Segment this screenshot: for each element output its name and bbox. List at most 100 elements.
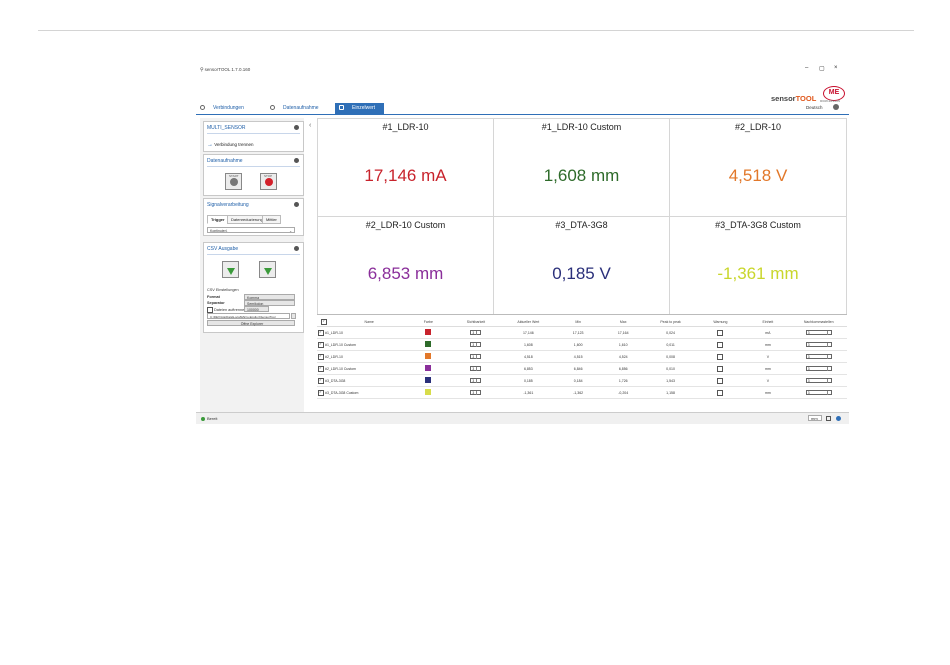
subtab-trigger[interactable]: Trigger bbox=[207, 215, 229, 224]
row-color[interactable] bbox=[405, 374, 451, 387]
row-name[interactable]: #1_LDR-10 Custom bbox=[317, 338, 406, 351]
row-visibility[interactable]: 3 bbox=[450, 386, 501, 399]
row-warning[interactable] bbox=[695, 350, 746, 363]
left-panel: MULTI_SENSOR → Verbindung trennen Datena… bbox=[200, 118, 304, 412]
row-max: 4,524 bbox=[600, 350, 646, 363]
minimize-button[interactable]: – bbox=[805, 65, 808, 71]
row-decimals[interactable]: 3 bbox=[790, 386, 847, 399]
row-color[interactable] bbox=[405, 350, 451, 363]
row-max: -0,204 bbox=[600, 386, 646, 399]
row-decimals[interactable]: 3 bbox=[790, 338, 847, 351]
col-header: Farbe bbox=[405, 317, 451, 327]
status-text: Bereit bbox=[207, 416, 218, 421]
open-explorer-button[interactable]: Öffne Explorer bbox=[207, 320, 295, 326]
row-visibility[interactable]: 3 bbox=[450, 374, 501, 387]
row-visibility[interactable]: 3 bbox=[450, 326, 501, 339]
select-all-checkbox[interactable] bbox=[317, 317, 333, 327]
multi-sensor-section: MULTI_SENSOR → Verbindung trennen bbox=[203, 121, 304, 152]
separator-label: Separator bbox=[207, 301, 225, 305]
row-decimals[interactable]: 3 bbox=[790, 374, 847, 387]
collapse-panel-icon[interactable]: ‹ bbox=[309, 122, 311, 129]
row-unit: V bbox=[745, 350, 791, 363]
row-unit: mm bbox=[745, 338, 791, 351]
start-icon bbox=[230, 178, 238, 186]
collapse-icon[interactable] bbox=[294, 125, 299, 130]
start-button[interactable]: START bbox=[225, 173, 242, 190]
tab-datenaufnahme[interactable]: Datenaufnahme bbox=[270, 103, 319, 114]
row-visibility[interactable]: 3 bbox=[450, 350, 501, 363]
table-row: #1_LDR-10 Custom 3 1,608 1,600 1,610 0,0… bbox=[317, 338, 847, 351]
row-color[interactable] bbox=[405, 362, 451, 375]
row-warning[interactable] bbox=[695, 338, 746, 351]
disconnect-button[interactable]: → Verbindung trennen bbox=[207, 142, 254, 148]
window-icon[interactable] bbox=[826, 416, 831, 421]
row-color[interactable] bbox=[405, 326, 451, 339]
table-row: #2_LDR-10 3 4,518 4,515 4,524 0,008 V 3 bbox=[317, 350, 847, 363]
row-decimals[interactable]: 3 bbox=[790, 350, 847, 363]
settings-icon[interactable] bbox=[833, 104, 839, 110]
row-unit: V bbox=[745, 374, 791, 387]
stop-icon bbox=[265, 178, 273, 186]
info-icon[interactable] bbox=[836, 416, 841, 421]
sensortool-logo: sensorTOOL bbox=[771, 94, 817, 103]
divider bbox=[207, 133, 300, 134]
row-decimals[interactable]: 3 bbox=[790, 326, 847, 339]
subtab-datenreduzierung[interactable]: Datenreduzierung bbox=[227, 215, 267, 224]
row-p2p: 0,024 bbox=[645, 326, 696, 339]
tile-name: #3_DTA-3G8 bbox=[555, 220, 608, 230]
row-warning[interactable] bbox=[695, 374, 746, 387]
row-visibility[interactable]: 3 bbox=[450, 338, 501, 351]
unit-select[interactable]: mm bbox=[808, 415, 822, 421]
maximize-button[interactable]: ▢ bbox=[819, 65, 825, 72]
split-size-input[interactable]: 100000 bbox=[244, 306, 269, 312]
datenaufnahme-section: Datenaufnahme START STOP bbox=[203, 154, 304, 196]
row-current: 6,853 bbox=[501, 362, 556, 375]
row-name[interactable]: #2_LDR-10 Custom bbox=[317, 362, 406, 375]
tile-value: 4,518 V bbox=[728, 166, 788, 185]
tile-value: 0,185 V bbox=[552, 264, 611, 283]
row-p2p: 0,010 bbox=[645, 362, 696, 375]
row-warning[interactable] bbox=[695, 386, 746, 399]
row-name[interactable]: #2_LDR-10 bbox=[317, 350, 406, 363]
row-current: 1,608 bbox=[501, 338, 556, 351]
table-row: #3_DTA-3G8 Custom 3 -1,361 -1,362 -0,204… bbox=[317, 386, 847, 399]
row-min: 1,600 bbox=[555, 338, 601, 351]
row-warning[interactable] bbox=[695, 362, 746, 375]
row-min: 0,184 bbox=[555, 374, 601, 387]
collapse-icon[interactable] bbox=[294, 158, 299, 163]
stop-button[interactable]: STOP bbox=[260, 173, 277, 190]
language-select[interactable]: Deutsch bbox=[806, 105, 823, 110]
trigger-select[interactable]: Kontinuierl. ⌄ bbox=[207, 227, 295, 233]
row-decimals[interactable]: 3 bbox=[790, 362, 847, 375]
tile-name: #2_LDR-10 Custom bbox=[365, 220, 446, 230]
csv-export-start-button[interactable] bbox=[222, 261, 239, 278]
signal-section: Signalverarbeitung Trigger Datenreduzier… bbox=[203, 198, 304, 236]
tile-name: #2_LDR-10 bbox=[734, 122, 782, 132]
row-warning[interactable] bbox=[695, 326, 746, 339]
csv-export-stop-button[interactable] bbox=[259, 261, 276, 278]
app-window: ⚲sensorTOOL 1.7.0.160 – ▢ × sensorTOOL M… bbox=[196, 62, 849, 424]
csv-section: CSV Ausgabe CSV Einstellungen Format Kom… bbox=[203, 242, 304, 333]
page-top-rule bbox=[38, 30, 914, 31]
row-color[interactable] bbox=[405, 338, 451, 351]
row-name[interactable]: #3_DTA-3G8 Custom bbox=[317, 386, 406, 399]
tab-verbindungen[interactable]: Verbindungen bbox=[200, 103, 244, 114]
collapse-icon[interactable] bbox=[294, 246, 299, 251]
collapse-icon[interactable] bbox=[294, 202, 299, 207]
tab-einzelwert[interactable]: Einzelwert bbox=[335, 103, 385, 114]
row-visibility[interactable]: 3 bbox=[450, 362, 501, 375]
subtab-mittler[interactable]: Mittler bbox=[262, 215, 281, 224]
row-name[interactable]: #1_LDR-10 bbox=[317, 326, 406, 339]
close-button[interactable]: × bbox=[834, 65, 838, 71]
row-color[interactable] bbox=[405, 386, 451, 399]
section-title: MULTI_SENSOR bbox=[207, 125, 246, 131]
tile-name: #3_DTA-3G8 Custom bbox=[715, 220, 801, 230]
col-header: Aktueller Wert bbox=[501, 317, 556, 327]
row-name[interactable]: #3_DTA-3G8 bbox=[317, 374, 406, 387]
csv-path-input[interactable]: C:\DEV\AppData\Local\Micro-Epsilon\Senso… bbox=[207, 313, 290, 319]
browse-button[interactable] bbox=[291, 313, 296, 319]
col-header: Min bbox=[555, 317, 601, 327]
row-max: 17,164 bbox=[600, 326, 646, 339]
row-p2p: 1,543 bbox=[645, 374, 696, 387]
row-max: 6,856 bbox=[600, 362, 646, 375]
